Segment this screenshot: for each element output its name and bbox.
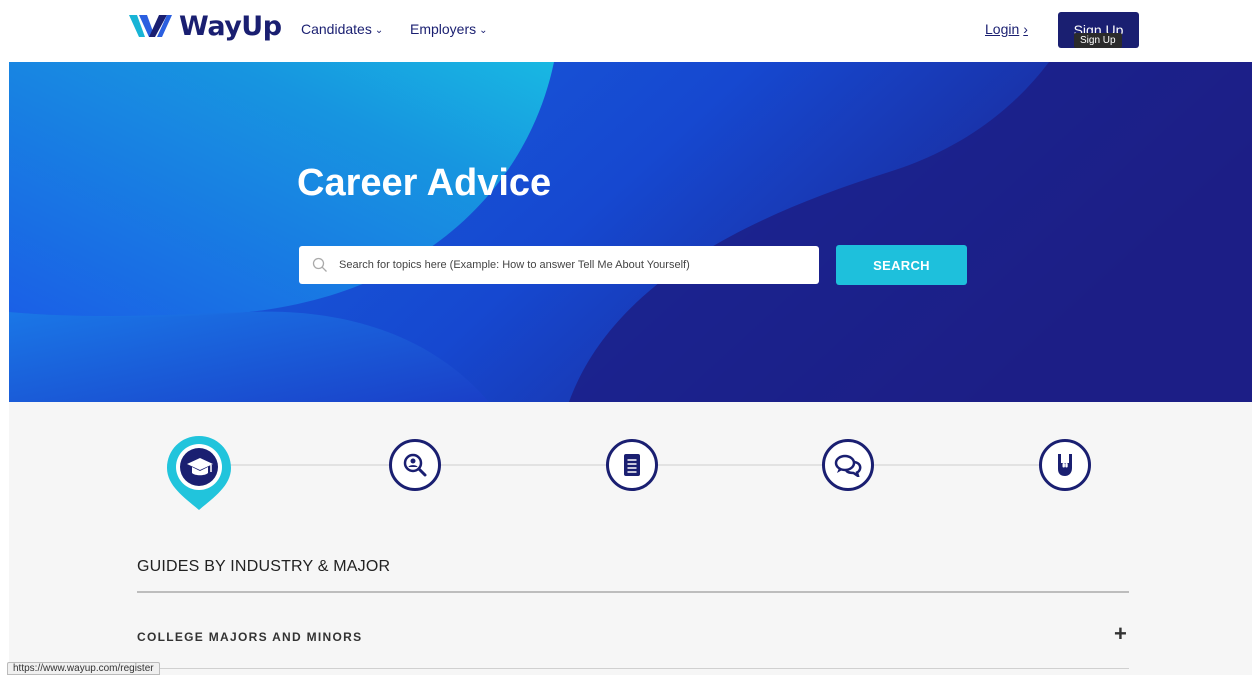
search-icon: [312, 257, 327, 272]
browser-status-url: https://www.wayup.com/register: [7, 662, 160, 675]
hero-banner: Career Advice SEARCH: [9, 62, 1252, 402]
login-link[interactable]: Login ›: [985, 21, 1028, 37]
nav-employers[interactable]: Employers ⌄: [410, 21, 488, 37]
guides-divider: [137, 591, 1129, 593]
accordion-divider: [137, 668, 1129, 669]
step-interview[interactable]: [822, 439, 874, 491]
chevron-down-icon: ⌄: [374, 24, 384, 36]
magnifier-person-icon: [403, 453, 427, 477]
chevron-right-icon: ›: [1023, 21, 1028, 37]
chat-bubbles-icon: [834, 454, 862, 477]
step-resume[interactable]: [606, 439, 658, 491]
nav-candidates-label: Candidates: [301, 21, 372, 37]
site-header: WayUp Candidates ⌄ Employers ⌄ Login › S…: [0, 0, 1252, 62]
nav-employers-label: Employers: [410, 21, 477, 37]
rock-hand-icon: [1058, 454, 1072, 476]
signup-tooltip: Sign Up: [1074, 33, 1122, 48]
accordion-college-majors[interactable]: COLLEGE MAJORS AND MINORS: [137, 630, 362, 644]
search-box: [299, 246, 819, 284]
plus-icon[interactable]: +: [1114, 623, 1127, 645]
search-button[interactable]: SEARCH: [836, 245, 967, 285]
nav-candidates[interactable]: Candidates ⌄: [301, 21, 383, 37]
step-career-search[interactable]: [389, 439, 441, 491]
hero-background: [9, 62, 1252, 402]
login-label: Login: [985, 21, 1020, 37]
page-title: Career Advice: [297, 162, 552, 204]
search-input[interactable]: [339, 259, 789, 271]
chevron-down-icon: ⌄: [479, 24, 488, 36]
wayup-logo-icon: [129, 15, 172, 37]
guides-section: GUIDES BY INDUSTRY & MAJOR COLLEGE MAJOR…: [9, 402, 1252, 675]
step-first-job[interactable]: [1039, 439, 1091, 491]
step-graduation-active[interactable]: [165, 434, 233, 512]
brand-name: WayUp: [179, 10, 282, 42]
guides-heading: GUIDES BY INDUSTRY & MAJOR: [137, 558, 391, 575]
document-icon: [624, 454, 640, 476]
wayup-logo[interactable]: WayUp: [127, 8, 282, 44]
